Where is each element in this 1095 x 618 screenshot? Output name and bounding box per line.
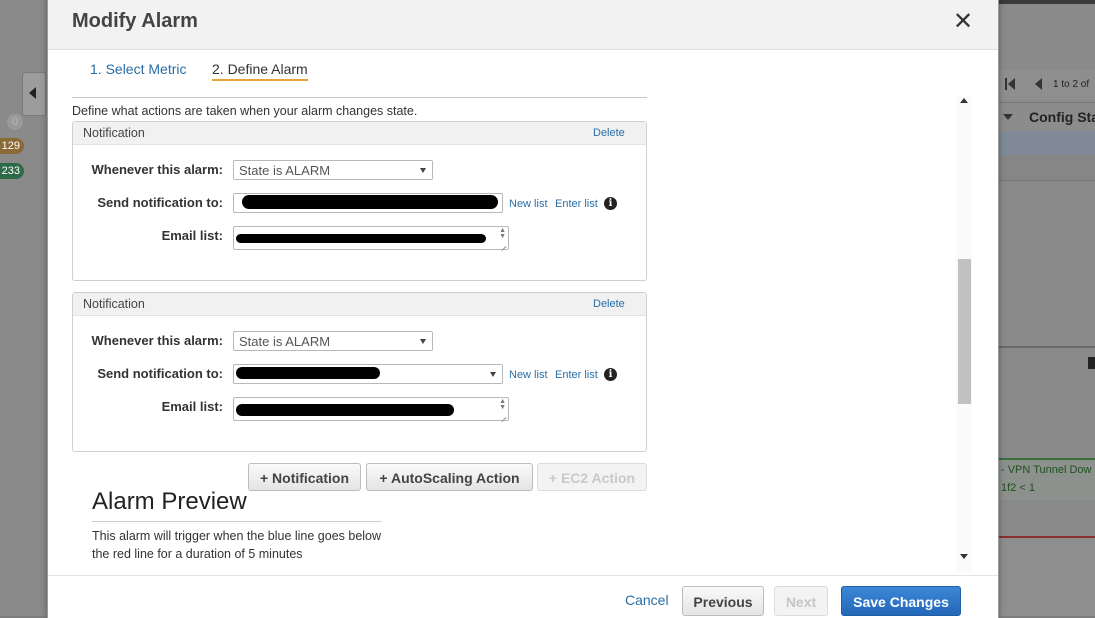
dialog-content: Define what actions are taken when your … [72,101,942,577]
notification-panel-header: Notification Delete [73,122,646,145]
modify-alarm-dialog: Modify Alarm ✕ 1. Select Metric 2. Defin… [47,0,999,618]
email-list-label: Email list: [161,228,223,243]
whenever-alarm-label: Whenever this alarm: [91,333,224,348]
background-left-panel: 0 129 233 [0,0,47,616]
collapse-sidebar-button[interactable] [22,72,46,116]
enter-list-link[interactable]: Enter list [555,369,598,381]
chevron-down-icon [490,372,496,377]
redacted-email [236,234,486,243]
resize-handle-icon[interactable] [499,240,507,248]
textarea-scroll-icon: ▲ ▼ [499,227,506,240]
enter-list-link[interactable]: Enter list [555,198,598,210]
previous-page-icon[interactable] [1035,78,1042,90]
send-notification-label: Send notification to: [97,195,223,210]
cancel-link[interactable]: Cancel [625,592,669,608]
pager-text: 1 to 2 of [1053,79,1090,90]
chevron-down-icon [420,168,426,173]
textarea-scroll-icon: ▲ ▼ [499,398,506,411]
notification-panel-header: Notification Delete [73,293,646,316]
count-badge-green: 233 [0,163,24,179]
table-column-header: Config Sta [997,102,1095,132]
new-list-link[interactable]: New list [509,369,548,381]
scroll-down-icon[interactable] [960,554,968,559]
content-scrollbar[interactable] [956,96,972,572]
alarm-item[interactable]: - VPN Tunnel Dow 1f2 < 1 [997,458,1095,500]
first-page-icon[interactable] [1005,78,1007,90]
background-topbar [997,0,1095,4]
panel-divider [997,346,1095,348]
dialog-title: Modify Alarm [72,10,198,32]
previous-button[interactable]: Previous [682,586,764,616]
redacted-email [236,404,454,416]
alarm-state-value: State is ALARM [239,334,331,349]
delete-notification-link[interactable]: Delete [593,127,625,139]
notification-title: Notification [83,297,145,311]
notification-topic-select[interactable] [233,364,503,384]
close-icon[interactable]: ✕ [950,9,976,35]
alarm-state-value: State is ALARM [239,163,331,178]
new-list-link[interactable]: New list [509,198,548,210]
resize-handle-icon[interactable] [499,411,507,419]
actions-intro-text: Define what actions are taken when your … [72,104,418,118]
notification-panel: Notification Delete Whenever this alarm:… [72,121,647,281]
delete-notification-link[interactable]: Delete [593,298,625,310]
notification-title: Notification [83,126,145,140]
notification-topic-select[interactable] [233,193,503,213]
panel-control-icon[interactable] [1088,357,1095,369]
alarm-preview-text: This alarm will trigger when the blue li… [92,529,382,561]
step-define-alarm[interactable]: 2. Define Alarm [212,61,308,81]
notification-panel: Notification Delete Whenever this alarm:… [72,292,647,452]
next-button[interactable]: Next [774,586,828,616]
scrollbar-thumb[interactable] [958,259,971,404]
sort-caret-icon[interactable] [1003,114,1013,120]
info-icon[interactable]: i [604,197,617,210]
background-right-panel: 1 to 2 of Config Sta - VPN Tunnel Dow 1f… [997,0,1095,616]
redacted-topic [242,195,498,209]
pager: 1 to 2 of [997,70,1095,100]
count-badge-orange: 129 [0,138,24,154]
alarm-item-name: - VPN Tunnel Dow [1001,464,1092,476]
info-icon[interactable]: i [604,368,617,381]
dialog-footer: Cancel Previous Next Save Changes [48,575,998,618]
email-list-textarea[interactable]: ▲ ▼ [233,397,509,421]
first-page-arrow-icon[interactable] [1008,78,1015,90]
redacted-topic [236,367,380,379]
alarm-preview-title: Alarm Preview [92,488,247,515]
step-select-metric[interactable]: 1. Select Metric [90,61,186,77]
email-list-textarea[interactable]: ▲ ▼ [233,226,509,250]
table-row[interactable] [997,156,1095,181]
alarm-state-select[interactable]: State is ALARM [233,331,433,351]
dialog-header: Modify Alarm ✕ [48,0,998,50]
save-changes-button[interactable]: Save Changes [841,586,961,616]
whenever-alarm-label: Whenever this alarm: [91,162,224,177]
add-notification-button[interactable]: + Notification [248,463,361,491]
chevron-down-icon [420,339,426,344]
chevron-left-icon [29,87,36,99]
add-autoscaling-action-button[interactable]: + AutoScaling Action [366,463,533,491]
graph-area [997,538,1095,616]
alarm-state-select[interactable]: State is ALARM [233,160,433,180]
count-badge-grey: 0 [7,114,23,130]
alarm-item-condition: 1f2 < 1 [1001,482,1035,494]
email-list-label: Email list: [161,399,223,414]
steps-divider [72,97,647,98]
send-notification-label: Send notification to: [97,366,223,381]
add-ec2-action-button[interactable]: + EC2 Action [537,463,647,491]
scroll-up-icon[interactable] [960,98,968,103]
table-row-selected[interactable] [997,131,1095,155]
column-header-config-status[interactable]: Config Sta [1029,109,1095,125]
preview-divider [92,521,382,522]
